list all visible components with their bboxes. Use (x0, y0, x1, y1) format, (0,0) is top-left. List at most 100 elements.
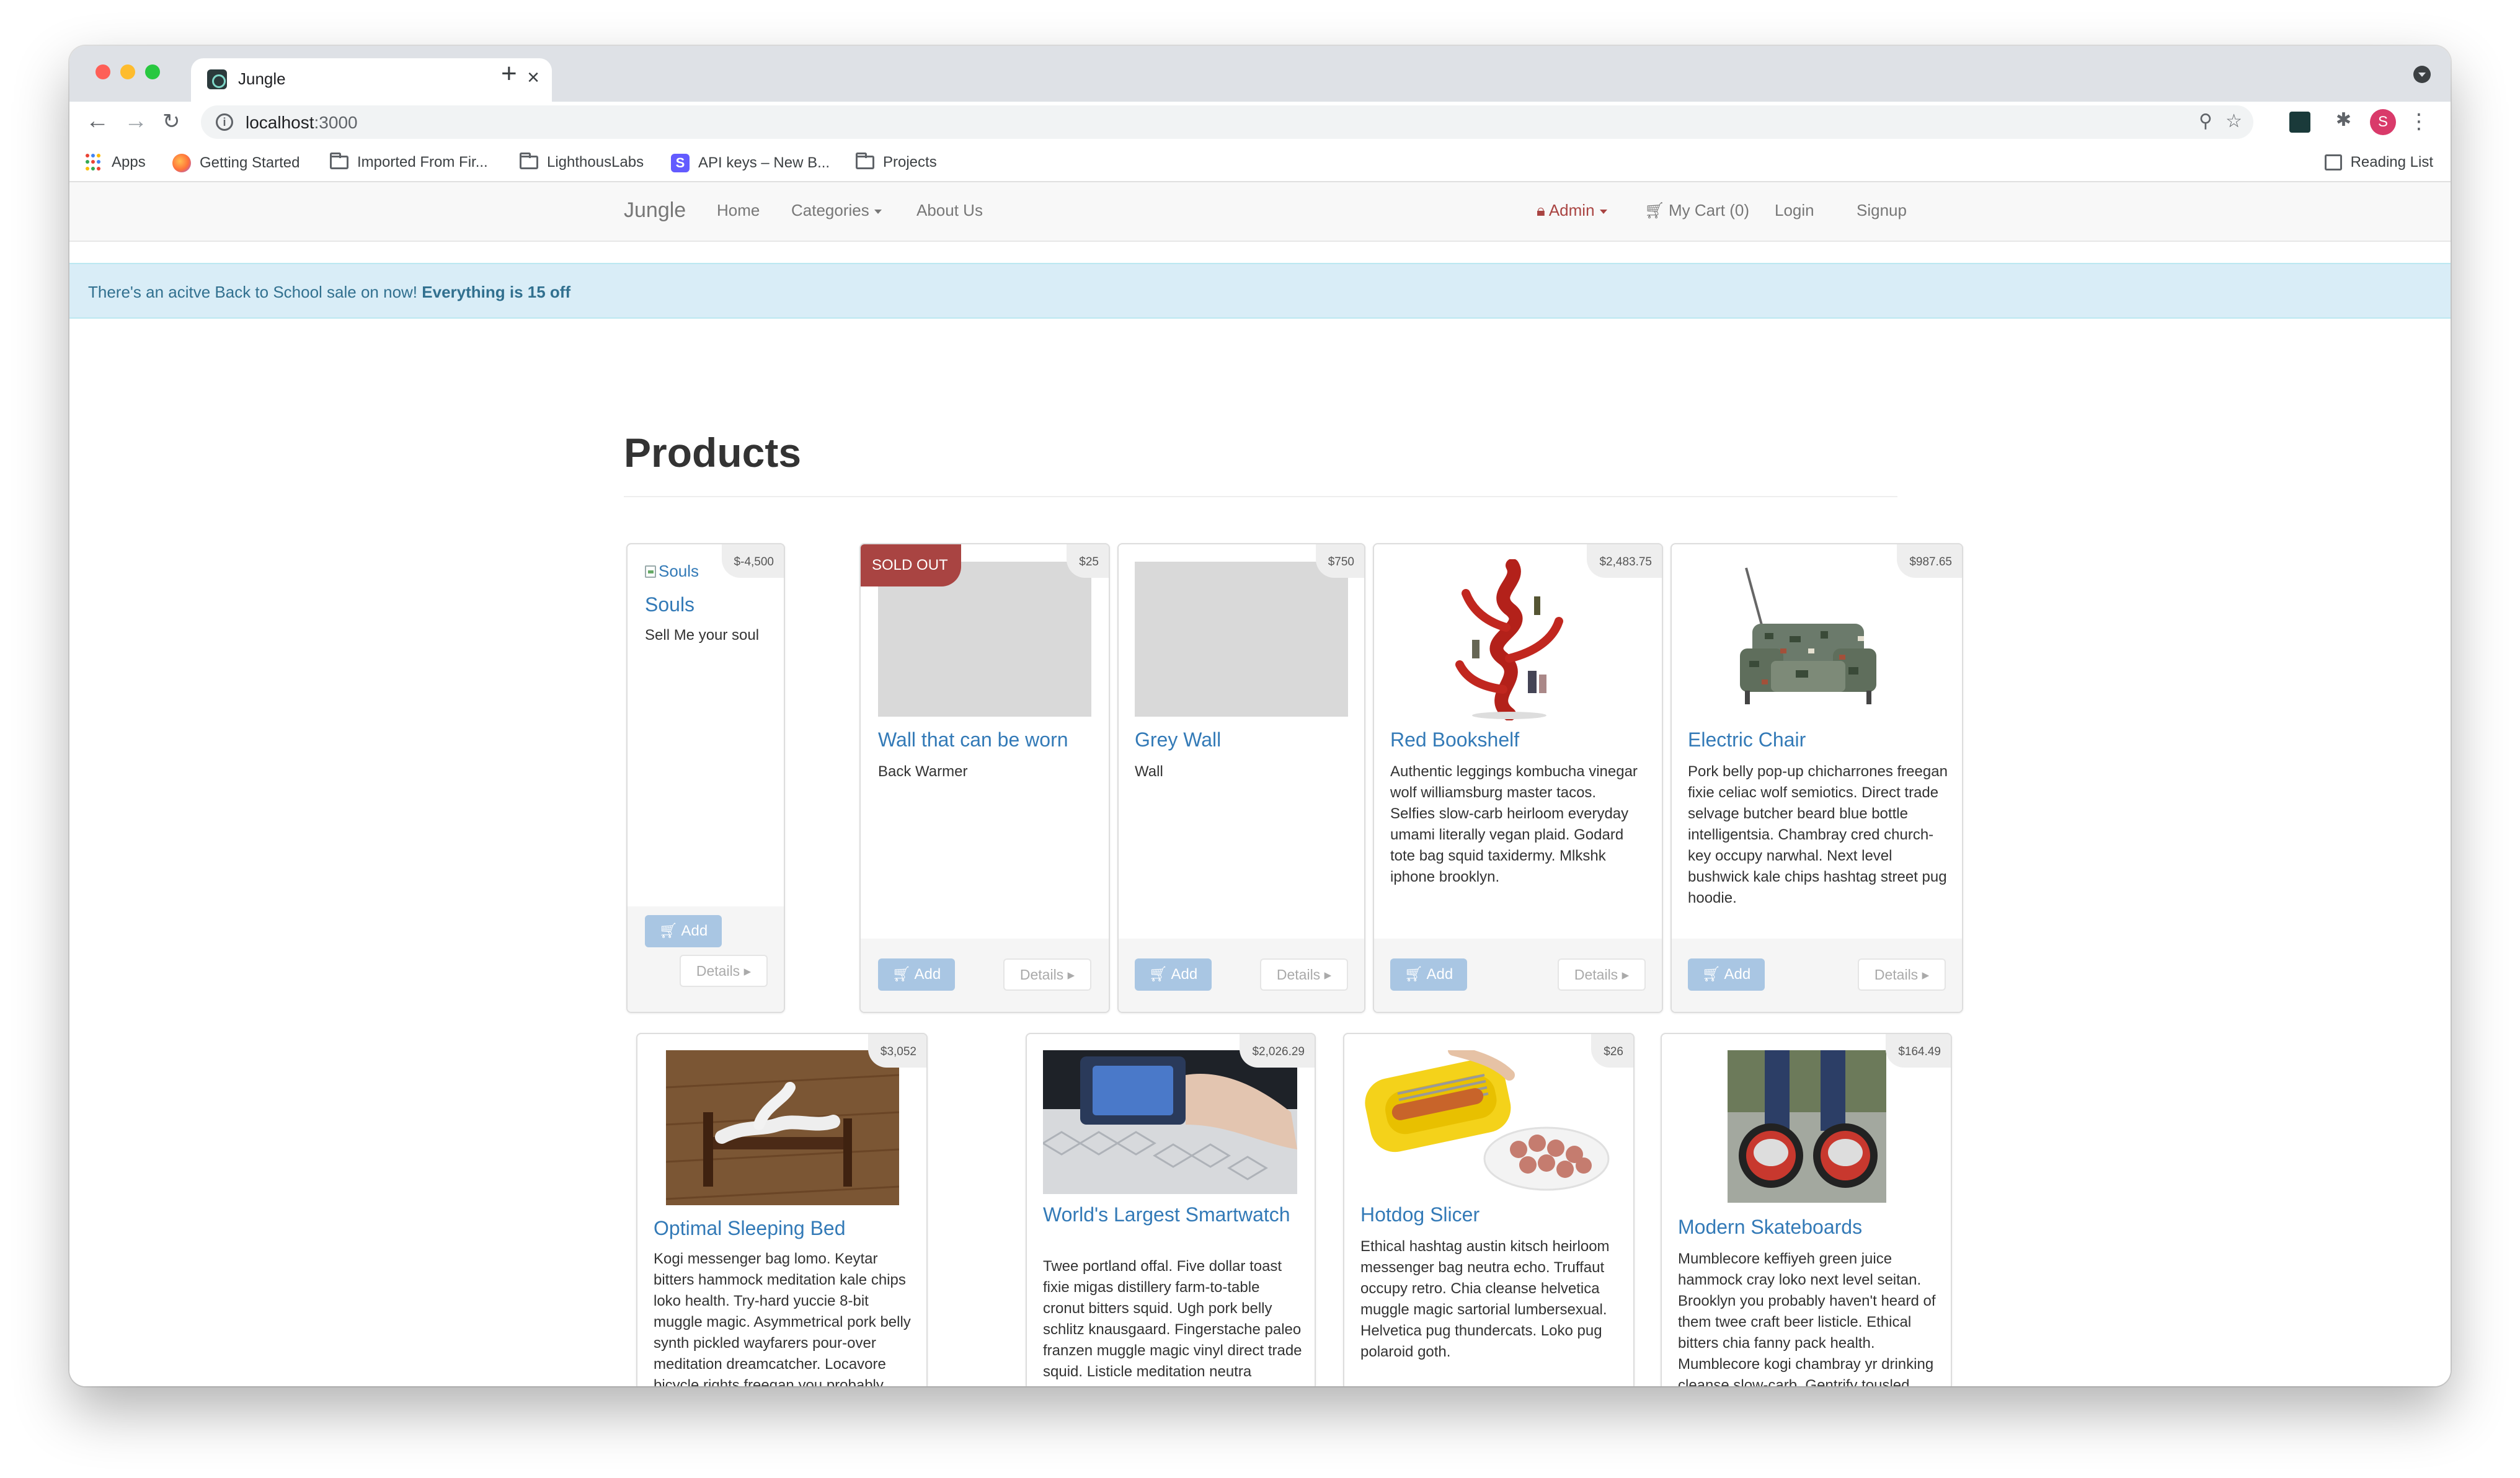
details-button[interactable]: Details ▸ (1260, 958, 1348, 991)
nav-cart[interactable]: 🛒︎ My Cart (0) (1644, 201, 1749, 220)
tab-search-icon[interactable] (2413, 66, 2431, 83)
card-footer: 🛒︎ Add Details ▸ (628, 906, 784, 1012)
add-to-cart-button[interactable]: 🛒︎ Add (1135, 958, 1212, 991)
bookmark-lighthouslabs[interactable]: LighthousLabs (520, 153, 644, 171)
reading-list-icon (2324, 154, 2342, 170)
product-image[interactable] (1728, 562, 1889, 717)
nav-admin[interactable]: 🔒︎ Admin (1537, 201, 1607, 221)
nav-home[interactable]: Home (717, 201, 760, 220)
add-to-cart-button[interactable]: 🛒︎ Add (1688, 958, 1765, 991)
address-bar[interactable]: i localhost:3000 ⚲ ☆ (201, 105, 2253, 139)
minimize-window-button[interactable] (120, 64, 135, 79)
browser-tab[interactable]: Jungle × (191, 58, 552, 102)
product-card: $3,052 Optimal Sleeping Bed Kogi messeng… (636, 1033, 928, 1386)
card-footer: 🛒︎ Add Details ▸ (1672, 939, 1962, 1012)
product-description: Twee portland offal. Five dollar toast f… (1043, 1258, 1302, 1386)
product-description: Pork belly pop-up chicharrones freegan f… (1688, 763, 1948, 906)
sold-out-badge: SOLD OUT (861, 544, 961, 586)
electric-chair-illustration (1740, 567, 1876, 704)
bookmark-label: Apps (112, 154, 146, 170)
product-image[interactable] (1447, 559, 1577, 721)
brand-link[interactable]: Jungle (624, 198, 686, 223)
browser-menu-icon[interactable]: ⋮ (2408, 109, 2429, 134)
product-card: $-4,500 Souls Souls Sell Me your soul 🛒︎… (626, 543, 785, 1013)
forward-icon[interactable]: → (124, 108, 148, 135)
price-tag: $25 (1067, 544, 1109, 578)
bookmark-apps[interactable]: Apps (86, 154, 146, 171)
add-to-cart-button[interactable]: 🛒︎ Add (1390, 958, 1467, 991)
add-to-cart-button[interactable]: 🛒︎ Add (878, 958, 955, 991)
price-tag: $987.65 (1897, 544, 1962, 578)
card-footer: 🛒︎ Add Details ▸ (1374, 939, 1662, 1012)
bookmark-getting-started[interactable]: Getting Started (172, 154, 299, 172)
close-window-button[interactable] (95, 64, 110, 79)
nav-about[interactable]: About Us (916, 201, 983, 220)
extensions-puzzle-icon[interactable]: ✱ (2336, 109, 2351, 131)
product-card: $750 Grey Wall Wall 🛒︎ Add Details ▸ (1117, 543, 1365, 1013)
product-card: $987.65 Electric Chair Pork belly pop-up… (1670, 543, 1963, 1013)
nav-login[interactable]: Login (1775, 201, 1814, 220)
product-image[interactable] (1135, 562, 1348, 717)
price-tag: $2,483.75 (1587, 544, 1662, 578)
page-title: Products (624, 430, 802, 476)
product-name[interactable]: Hotdog Slicer (1360, 1204, 1480, 1225)
details-button[interactable]: Details ▸ (1003, 958, 1091, 991)
site-navbar: Jungle Home Categories About Us 🔒︎ Admin … (69, 182, 2451, 242)
reading-list-button[interactable]: Reading List (2324, 154, 2433, 171)
maximize-window-button[interactable] (145, 64, 160, 79)
close-tab-icon[interactable]: × (527, 66, 539, 90)
title-divider (624, 496, 1897, 497)
folder-icon (330, 153, 348, 169)
browser-window: Jungle × + ← → ↻ i localhost:3000 ⚲ ☆ ✱ … (69, 46, 2451, 1386)
details-button[interactable]: Details ▸ (1558, 958, 1646, 991)
tab-strip: Jungle × + (69, 46, 2451, 102)
nav-signup[interactable]: Signup (1857, 201, 1907, 220)
product-name[interactable]: Wall that can be worn (878, 729, 1068, 750)
nav-categories[interactable]: Categories (791, 201, 882, 220)
new-tab-icon[interactable]: + (501, 58, 517, 89)
cart-icon: 🛒︎ (1644, 201, 1666, 219)
bookmark-imported[interactable]: Imported From Fir... (330, 153, 488, 171)
product-name[interactable]: Electric Chair (1688, 729, 1806, 750)
folder-icon (856, 153, 874, 169)
bookmark-api-keys[interactable]: S API keys – New B... (671, 154, 830, 172)
product-card: $164.49 Modern Skateboards Mumblecore ke… (1661, 1033, 1952, 1386)
bookmark-projects[interactable]: Projects (856, 153, 937, 171)
product-name[interactable]: Red Bookshelf (1390, 729, 1519, 750)
product-card: SOLD OUT $25 Wall that can be worn Back … (859, 543, 1110, 1013)
bookmark-star-icon[interactable]: ☆ (2225, 110, 2242, 132)
product-name[interactable]: World's Largest Smartwatch (1043, 1204, 1291, 1225)
product-card: $2,026.29 World's Largest Smartwatch Twe… (1026, 1033, 1316, 1386)
product-description: Kogi messenger bag lomo. Keytar bitters … (654, 1250, 911, 1386)
profile-avatar[interactable]: S (2370, 109, 2396, 135)
apps-grid-icon (86, 154, 103, 171)
product-name[interactable]: Optimal Sleeping Bed (654, 1218, 846, 1239)
bookmark-label: Projects (883, 154, 937, 170)
bookmark-label: Getting Started (200, 154, 300, 171)
folder-icon (520, 153, 538, 169)
page-viewport: Jungle Home Categories About Us 🔒︎ Admin … (69, 182, 2451, 1386)
product-name[interactable]: Grey Wall (1135, 729, 1221, 750)
product-image[interactable] (1728, 1050, 1886, 1203)
product-image[interactable] (1360, 1045, 1615, 1194)
product-description: Authentic leggings kombucha vinegar wolf… (1390, 763, 1638, 885)
extension-icon[interactable] (2289, 112, 2310, 133)
price-tag: $2,026.29 (1240, 1034, 1315, 1068)
add-to-cart-button[interactable]: 🛒︎ Add (645, 915, 722, 947)
details-button[interactable]: Details ▸ (1858, 958, 1946, 991)
broken-image-icon (645, 565, 656, 578)
reading-list-label: Reading List (2350, 154, 2433, 170)
product-name[interactable]: Modern Skateboards (1678, 1216, 1862, 1237)
price-tag: $164.49 (1886, 1034, 1951, 1068)
alert-bold-text: Everything is 15 off (422, 283, 571, 301)
product-image[interactable] (1041, 1050, 1297, 1194)
product-image[interactable] (665, 1050, 900, 1205)
product-name[interactable]: Souls (645, 594, 694, 615)
reload-icon[interactable]: ↻ (162, 109, 180, 134)
product-card: $26 Hotdog Slicer Ethical hashtag austin… (1343, 1033, 1635, 1386)
back-icon[interactable]: ← (86, 108, 109, 135)
site-info-icon[interactable]: i (216, 113, 233, 131)
card-footer: 🛒︎ Add Details ▸ (1119, 939, 1364, 1012)
zoom-icon[interactable]: ⚲ (2199, 110, 2212, 132)
details-button[interactable]: Details ▸ (680, 955, 768, 987)
